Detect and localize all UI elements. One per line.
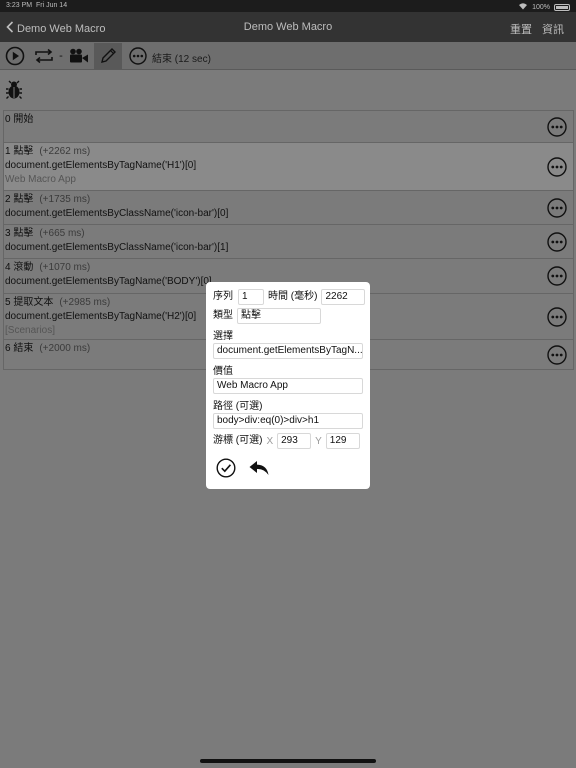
cursor-row: 游標 (可選) X 293 Y 129 [213, 433, 360, 449]
step-title: 0 開始 [5, 114, 34, 125]
battery-icon [554, 3, 570, 11]
repeat-separator: - [59, 50, 63, 62]
step-title: 3 點擊 [5, 228, 34, 239]
more-circle-icon[interactable] [547, 266, 567, 286]
step-duration: (+1070 ms) [39, 262, 91, 273]
seq-time-row: 序列 1 時間 (毫秒) 2262 [213, 289, 366, 305]
seq-field[interactable]: 1 [238, 289, 264, 305]
play-button[interactable] [5, 46, 25, 66]
step-selector: document.getElementsByClassName('icon-ba… [5, 208, 229, 219]
cursor-y-field[interactable]: 129 [325, 433, 360, 449]
step-selector: document.getElementsByClassName('icon-ba… [5, 242, 229, 253]
repeat-icon [35, 48, 53, 64]
status-bar: 3:23 PM Fri Jun 14 100% [0, 0, 576, 12]
more-options-button[interactable] [128, 46, 148, 66]
select-label: 選擇 [213, 331, 233, 342]
page-title: Demo Web Macro [243, 21, 333, 33]
video-camera-icon [70, 48, 88, 63]
value-field[interactable]: Web Macro App [213, 378, 363, 394]
more-circle-icon[interactable] [547, 116, 567, 137]
play-icon [5, 46, 25, 66]
step-title: 6 結束 [5, 343, 34, 354]
reset-button[interactable]: 重置 [510, 21, 532, 37]
path-row: body>div:eq(0)>div>h1 [213, 413, 363, 429]
y-label: Y [315, 435, 322, 447]
step-duration: (+1735 ms) [39, 194, 91, 205]
more-circle-icon[interactable] [547, 156, 567, 177]
run-status: 結束 (12 sec) [152, 54, 211, 65]
more-circle-icon[interactable] [547, 231, 567, 252]
confirm-check-icon[interactable] [216, 458, 236, 478]
record-button[interactable] [68, 46, 90, 66]
undo-reply-icon[interactable] [248, 458, 270, 478]
edit-step-dialog: 序列 1 時間 (毫秒) 2262 類型 點擊 選擇 document.getE… [206, 282, 370, 489]
toolbar: - 結束 (12 sec) [0, 42, 576, 70]
battery-percent: 100% [532, 3, 550, 11]
value-label: 價值 [213, 366, 233, 377]
pencil-icon [101, 48, 116, 63]
x-label: X [266, 435, 274, 447]
nav-bar: Demo Web Macro Demo Web Macro 重置 資訊 [0, 12, 576, 42]
step-row-1[interactable]: 1 點擊 (+2262 ms) document.getElementsByTag… [3, 142, 574, 190]
step-duration: (+2985 ms) [59, 297, 111, 308]
step-title: 5 提取文本 [5, 297, 54, 308]
step-title: 2 點擊 [5, 194, 34, 205]
bug-icon [6, 80, 22, 99]
step-title: 4 滾動 [5, 262, 34, 273]
time-label: 時間 (毫秒) [268, 291, 318, 302]
home-indicator [200, 759, 376, 763]
path-field[interactable]: body>div:eq(0)>div>h1 [213, 413, 363, 429]
step-duration: (+2000 ms) [39, 343, 91, 354]
seq-label: 序列 [213, 291, 233, 302]
status-time: 3:23 PM Fri Jun 14 [6, 2, 68, 9]
type-row: 類型 點擊 [213, 308, 321, 324]
step-duration: (+665 ms) [39, 228, 85, 239]
more-circle-icon [129, 47, 147, 65]
step-value: Web Macro App [5, 174, 76, 185]
status-right: 100% [518, 2, 570, 12]
dialog-actions [216, 458, 270, 478]
edit-button[interactable] [94, 43, 122, 69]
select-field[interactable]: document.getElementsByTagN... [213, 343, 363, 359]
step-row-2[interactable]: 2 點擊 (+1735 ms) document.getElementsByCla… [3, 190, 574, 224]
info-button[interactable]: 資訊 [542, 21, 564, 37]
path-label: 路徑 (可選) [213, 401, 263, 412]
time-field[interactable]: 2262 [321, 289, 366, 305]
debug-button[interactable] [5, 80, 23, 105]
step-duration: (+2262 ms) [39, 146, 91, 157]
repeat-button[interactable] [32, 46, 56, 66]
more-circle-icon[interactable] [547, 344, 567, 365]
cursor-label: 游標 (可選) [213, 435, 263, 446]
select-row: document.getElementsByTagN... [213, 343, 363, 359]
step-selector: document.getElementsByTagName('H1')[0] [5, 160, 197, 171]
cursor-x-field[interactable]: 293 [277, 433, 312, 449]
more-circle-icon[interactable] [547, 306, 567, 327]
step-row-0[interactable]: 0 開始 [3, 110, 574, 142]
wifi-icon [518, 2, 528, 12]
value-row: Web Macro App [213, 378, 363, 394]
type-field[interactable]: 點擊 [237, 308, 321, 324]
more-circle-icon[interactable] [547, 197, 567, 218]
type-label: 類型 [213, 310, 233, 321]
nav-actions: 重置 資訊 [510, 21, 564, 37]
step-title: 1 點擊 [5, 146, 34, 157]
step-row-3[interactable]: 3 點擊 (+665 ms) document.getElementsByClas… [3, 224, 574, 258]
